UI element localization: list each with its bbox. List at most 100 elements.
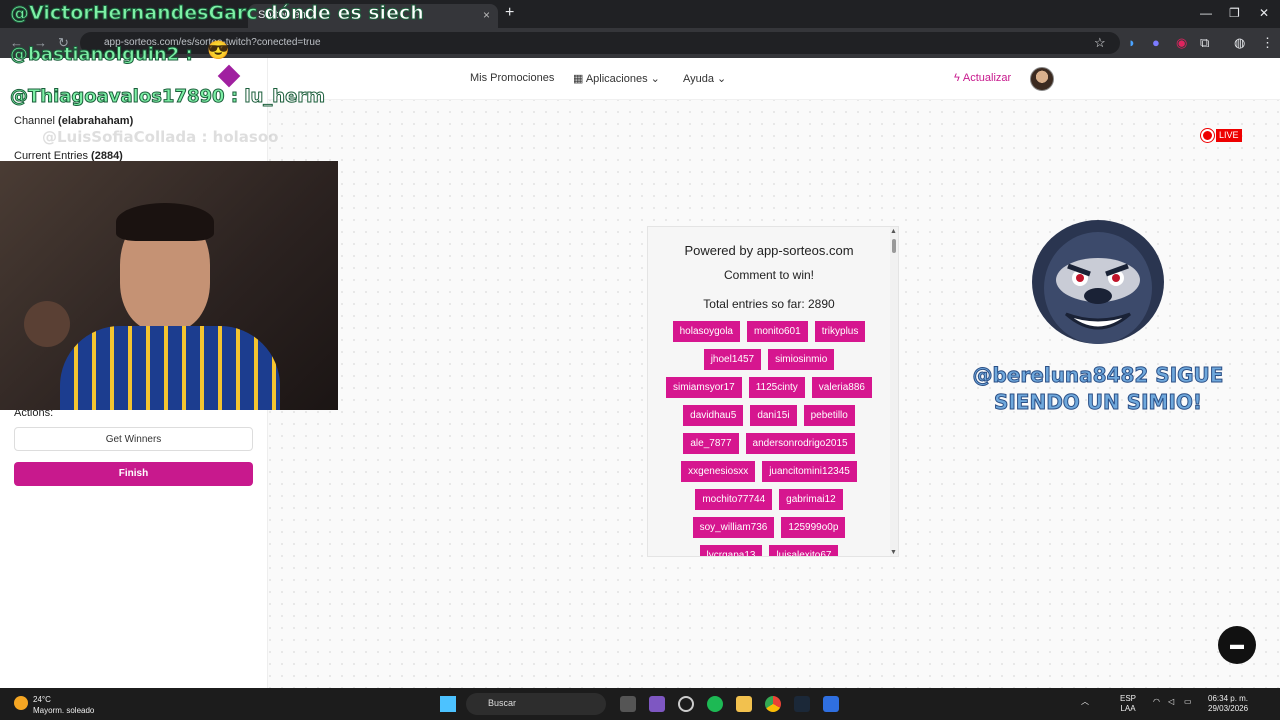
volume-icon[interactable]: ◁ — [1168, 697, 1174, 707]
extension-vpn-icon[interactable]: ● — [1152, 35, 1160, 50]
update-link[interactable]: ϟ Actualizar — [954, 72, 1011, 84]
maximize-button[interactable]: ❐ — [1229, 6, 1240, 20]
chat-button[interactable]: ▬ — [1218, 626, 1256, 664]
tab-close-icon[interactable]: × — [483, 8, 490, 22]
new-tab-button[interactable]: + — [505, 4, 514, 22]
entry-chip: lycrgapa13 — [699, 545, 763, 556]
scroll-down-icon[interactable]: ▼ — [890, 549, 897, 556]
entry-row: davidhau5 dani15i pebetillo — [656, 405, 882, 426]
steam-icon[interactable] — [794, 696, 810, 712]
comment-to-win-text: Comment to win! — [723, 268, 815, 282]
entry-row: ale_7877 andersonrodrigo2015 — [656, 433, 882, 454]
clock-date: 29/03/2026 — [1208, 704, 1249, 713]
extension-record-icon[interactable]: ◉ — [1176, 35, 1187, 51]
tray-chevron-icon[interactable]: ︿ — [1081, 697, 1089, 707]
entry-chip: dani15i — [750, 405, 797, 426]
entry-chip: holasoygola — [672, 321, 740, 342]
close-window-button[interactable]: ✕ — [1259, 6, 1269, 20]
powered-by-text: Powered by app-sorteos.com — [684, 243, 854, 258]
sun-icon — [14, 696, 28, 710]
nav-help-label: Ayuda — [683, 73, 714, 85]
chat-overlay-line-2: @bastianolguin2 : — [10, 44, 194, 66]
entry-chip: soy_william736 — [692, 517, 775, 538]
spotify-icon[interactable] — [707, 696, 723, 712]
chat-overlay-line-4: @LuisSofiaCollada : holasoo — [42, 128, 279, 146]
chat-bubble-icon: ▬ — [1230, 636, 1244, 652]
battery-icon[interactable]: ▭ — [1184, 697, 1192, 707]
minimize-button[interactable]: — — [1200, 6, 1212, 20]
address-bar[interactable]: app-sorteos.com/es/sorteo-twitch?conecte… — [80, 32, 1120, 54]
bookmark-star-icon[interactable]: ☆ — [1094, 35, 1106, 51]
chat-overlay-line-3: @Thiagoavalos17890 : lu_herm — [9, 86, 326, 108]
scrollbar-thumb[interactable] — [892, 239, 896, 253]
extensions-puzzle-icon[interactable]: ⧉ — [1200, 35, 1209, 51]
user-avatar[interactable] — [1030, 67, 1054, 91]
entry-row: lycrgapa13 luisalexito67 — [656, 545, 882, 556]
widgets-icon[interactable] — [649, 696, 665, 712]
windows-taskbar: 24°C Mayorm. soleado Buscar ︿ ESP LAA ◠ … — [0, 688, 1280, 720]
entry-row: simiamsyor17 1125cinty valeria886 — [656, 377, 882, 398]
chat-user-2: @bastianolguin2 : — [10, 44, 194, 66]
chat-user-1: @VictorHernandesGarc — [10, 2, 259, 25]
total-entries-text: Total entries so far: 2890 — [703, 297, 835, 311]
entry-row: jhoel1457 simiosinmio — [656, 349, 882, 370]
get-winners-button[interactable]: Get Winners — [14, 427, 253, 451]
chevron-down-icon: ⌄ — [714, 73, 727, 85]
extension-icon[interactable]: ◗ — [1128, 35, 1136, 50]
update-label: Actualizar — [962, 72, 1012, 84]
clock-time: 06:34 p. m. — [1208, 694, 1249, 703]
entry-row: xxgenesiosxx juancitomini12345 — [656, 461, 882, 482]
app-icon[interactable] — [823, 696, 839, 712]
entry-chip: ale_7877 — [683, 433, 739, 454]
bolt-icon: ϟ — [954, 72, 963, 84]
webcam-overlay — [0, 161, 338, 410]
nav-promotions[interactable]: Mis Promociones — [470, 72, 554, 84]
entry-chip: simiamsyor17 — [666, 377, 742, 398]
chevron-down-icon: ⌄ — [647, 73, 660, 85]
nav-help[interactable]: Ayuda ⌄ — [683, 72, 726, 85]
scroll-up-icon[interactable]: ▲ — [890, 228, 897, 235]
streamer-hair — [116, 203, 214, 241]
entry-chip: gabrimai12 — [779, 489, 843, 510]
language-indicator[interactable]: ESP LAA — [1120, 694, 1136, 714]
chat-user-3: @Thiagoavalos17890 : — [9, 86, 239, 108]
clock[interactable]: 06:34 p. m. 29/03/2026 — [1208, 694, 1248, 714]
wifi-icon[interactable]: ◠ — [1153, 697, 1160, 707]
plush-toy — [24, 301, 70, 347]
entry-chip: monito601 — [746, 321, 808, 342]
entry-chip: andersonrodrigo2015 — [745, 433, 855, 454]
live-dot-icon — [1201, 129, 1214, 142]
nav-apps-label: Aplicaciones — [585, 73, 648, 85]
entry-chip: 1125cinty — [748, 377, 805, 398]
task-view-icon[interactable] — [620, 696, 636, 712]
entry-chip: juancitomini12345 — [762, 461, 857, 482]
entry-chip: simiosinmio — [768, 349, 835, 370]
entry-chip: pebetillo — [803, 405, 855, 426]
entry-chip: jhoel1457 — [703, 349, 762, 370]
search-label: Buscar — [488, 698, 517, 708]
grid-icon: ▦ — [573, 73, 586, 85]
top-navigation: Mis Promociones ▦ Aplicaciones ⌄ Ayuda ⌄… — [268, 58, 1280, 100]
browser-menu-icon[interactable]: ⋮ — [1261, 35, 1274, 51]
streamer-shirt — [60, 326, 280, 410]
chat-msg-3: lu_herm — [244, 86, 326, 108]
lang-2: LAA — [1120, 704, 1136, 713]
chrome-icon[interactable] — [765, 696, 781, 712]
entry-row: holasoygola monito601 trikyplus — [656, 321, 882, 342]
lang-1: ESP — [1120, 694, 1137, 703]
github-icon[interactable] — [678, 696, 694, 712]
finish-button[interactable]: Finish — [14, 462, 253, 486]
channel-label: Channel — [14, 115, 55, 127]
windows-start-icon[interactable] — [440, 696, 456, 712]
panel-scrollbar[interactable]: ▲ ▼ — [890, 227, 898, 556]
nav-apps[interactable]: ▦ Aplicaciones ⌄ — [573, 72, 660, 85]
gorilla-mascot-image — [1032, 220, 1164, 344]
profile-icon[interactable]: ◍ — [1234, 35, 1245, 51]
entry-chip: 125999o0p — [781, 517, 846, 538]
entry-chip: valeria886 — [811, 377, 872, 398]
taskbar-search[interactable]: Buscar — [466, 693, 606, 715]
weather-temp: 24°C — [33, 695, 51, 704]
file-explorer-icon[interactable] — [736, 696, 752, 712]
entry-chip: trikyplus — [814, 321, 866, 342]
entry-row: soy_william736 125999o0p — [656, 517, 882, 538]
